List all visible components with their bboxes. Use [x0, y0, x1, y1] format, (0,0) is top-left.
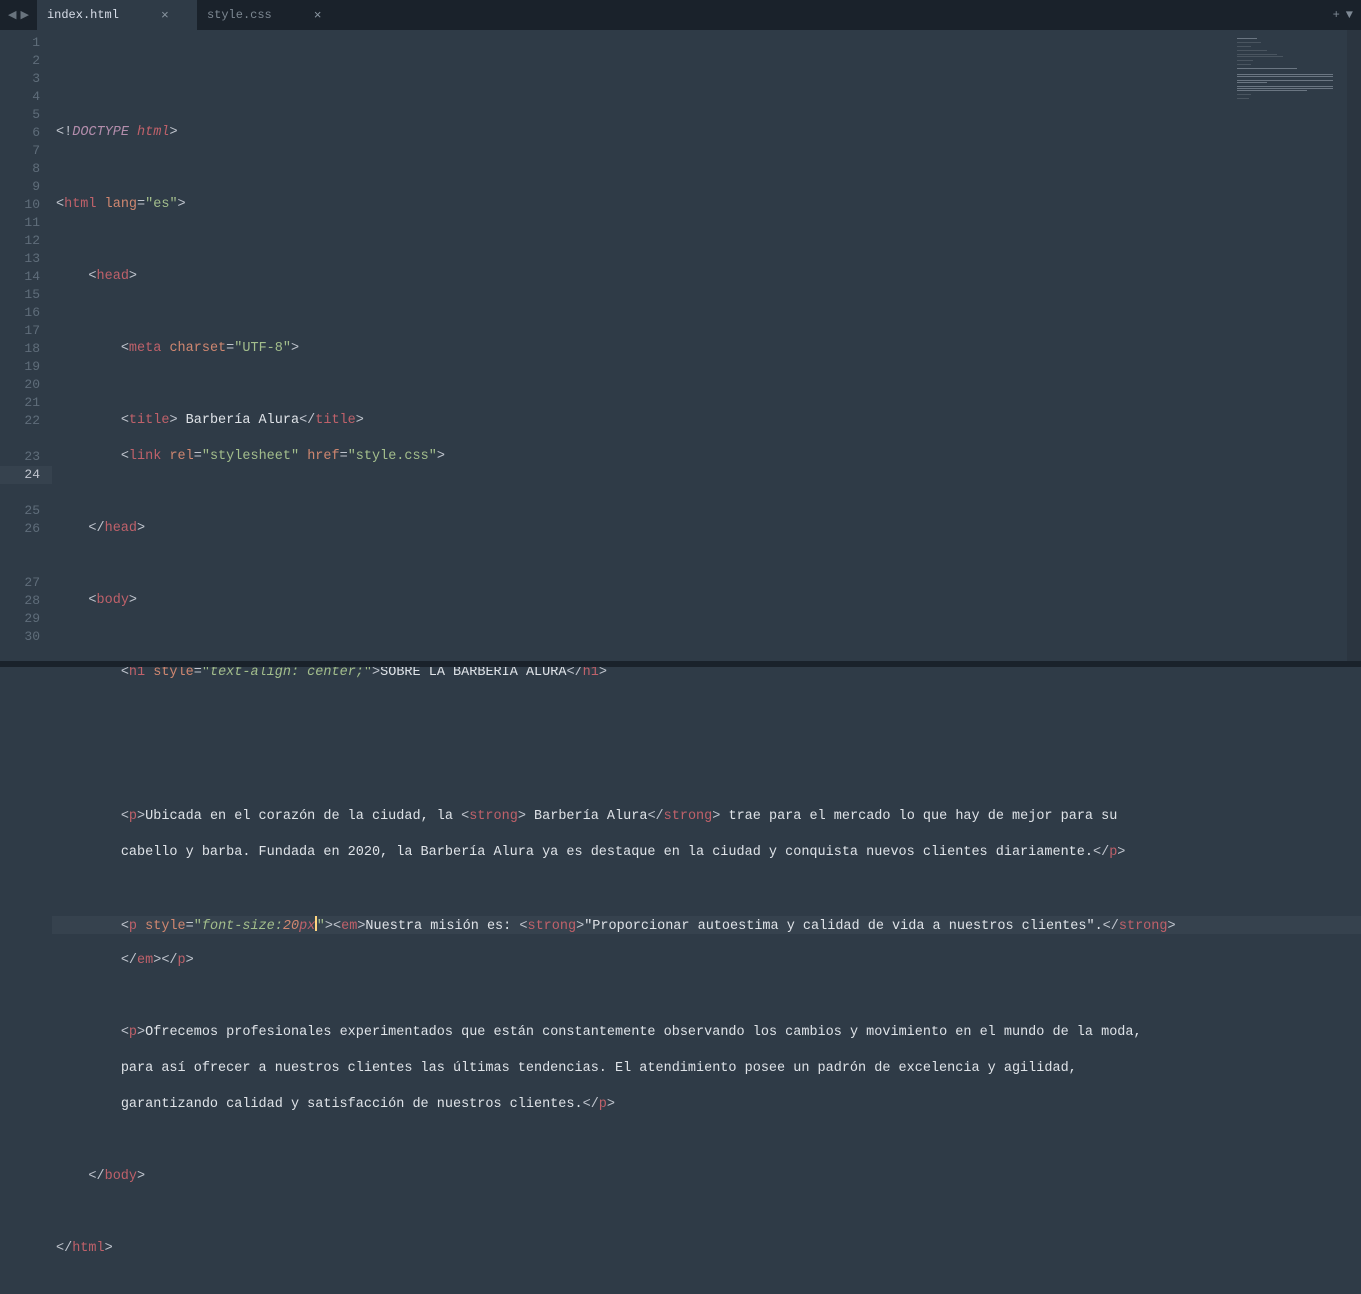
- tab-bar: ◀ ▶ index.html × style.css × + ▼: [0, 0, 1361, 30]
- tab-index-html[interactable]: index.html ×: [37, 0, 197, 30]
- editor-pane[interactable]: 1234567891011121314151617181920212223242…: [0, 30, 1361, 661]
- tab-nav-arrows: ◀ ▶: [0, 0, 37, 30]
- close-icon[interactable]: ×: [161, 8, 169, 23]
- nav-back-icon[interactable]: ◀: [8, 8, 16, 22]
- new-tab-icon[interactable]: +: [1333, 8, 1340, 22]
- vertical-scrollbar[interactable]: [1347, 30, 1361, 661]
- tab-style-css[interactable]: style.css ×: [197, 0, 357, 30]
- code-area[interactable]: <!DOCTYPE html> <html lang="es"> <head> …: [52, 30, 1361, 661]
- tab-menu-icon[interactable]: ▼: [1346, 8, 1353, 22]
- tab-label: style.css: [207, 8, 272, 22]
- nav-fwd-icon[interactable]: ▶: [20, 8, 28, 22]
- tab-label: index.html: [47, 8, 119, 22]
- line-gutter: 1234567891011121314151617181920212223242…: [0, 30, 52, 661]
- tab-bar-actions: + ▼: [1333, 0, 1361, 30]
- close-icon[interactable]: ×: [314, 8, 322, 23]
- status-bar: [0, 661, 1361, 667]
